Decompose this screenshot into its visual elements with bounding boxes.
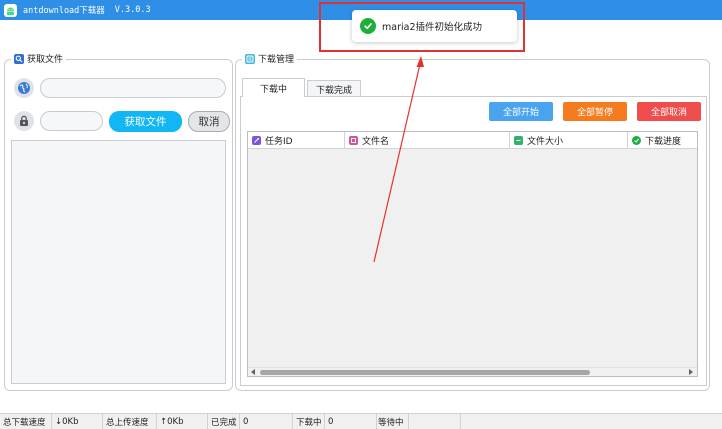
- total-download-value: ↓0Kb: [52, 413, 103, 429]
- annotation-highlight-box: [319, 2, 525, 52]
- scroll-right-arrow[interactable]: [689, 369, 693, 375]
- globe-icon: [14, 78, 34, 98]
- get-file-panel: 获取文件 获取文件 取消: [4, 52, 233, 391]
- scroll-left-arrow[interactable]: [251, 369, 255, 375]
- task-id-icon: [252, 136, 261, 145]
- get-file-panel-title: 获取文件: [27, 55, 64, 65]
- code-input[interactable]: [40, 111, 103, 131]
- waiting-value: [409, 413, 461, 429]
- get-file-button[interactable]: 获取文件: [109, 111, 182, 132]
- file-list[interactable]: [11, 140, 226, 384]
- cancel-button[interactable]: 取消: [188, 111, 230, 132]
- download-manage-panel-title: 下载管理: [258, 55, 295, 65]
- lock-icon: [14, 111, 34, 131]
- file-size-icon: [514, 136, 523, 145]
- download-manage-panel: 下载管理 下载中 下载完成 全部开始 全部暂停 全部取消 任务ID 文件名 文件…: [235, 52, 710, 391]
- total-download-label: 总下载速度: [0, 413, 52, 429]
- column-task-id[interactable]: 任务ID: [248, 132, 345, 149]
- completed-label: 已完成: [208, 413, 240, 429]
- column-file-name[interactable]: 文件名: [345, 132, 510, 149]
- column-file-name-label: 文件名: [362, 137, 390, 147]
- column-file-size[interactable]: 文件大小: [510, 132, 628, 149]
- downloading-tab-pane: 全部开始 全部暂停 全部取消 任务ID 文件名 文件大小 下载进度: [240, 96, 707, 386]
- file-name-icon: [349, 136, 358, 145]
- horizontal-scrollbar[interactable]: [248, 367, 697, 376]
- download-table-header: 任务ID 文件名 文件大小 下载进度: [248, 132, 697, 149]
- pause-all-button[interactable]: 全部暂停: [563, 102, 627, 121]
- column-task-id-label: 任务ID: [265, 137, 293, 147]
- download-manage-panel-header: 下载管理: [242, 52, 298, 65]
- total-upload-value: ↑0Kb: [157, 413, 208, 429]
- total-upload-label: 总上传速度: [103, 413, 157, 429]
- get-file-panel-header: 获取文件: [11, 52, 67, 65]
- android-icon: [4, 3, 17, 17]
- scroll-thumb[interactable]: [260, 370, 590, 375]
- downloading-label: 下载中: [293, 413, 325, 429]
- column-progress[interactable]: 下载进度: [628, 132, 697, 149]
- waiting-label: 等待中: [377, 413, 409, 429]
- download-table[interactable]: 任务ID 文件名 文件大小 下载进度: [247, 131, 698, 377]
- search-icon: [14, 53, 24, 64]
- status-bar: 总下载速度 ↓0Kb 总上传速度 ↑0Kb 已完成 0 下载中 0 等待中: [0, 413, 722, 429]
- progress-check-icon: [632, 136, 641, 145]
- tab-completed[interactable]: 下载完成: [307, 80, 361, 97]
- app-version: V.3.0.3: [114, 5, 151, 15]
- completed-value: 0: [240, 413, 293, 429]
- column-progress-label: 下载进度: [645, 137, 682, 147]
- download-manage-icon: [245, 53, 255, 64]
- cancel-all-button[interactable]: 全部取消: [637, 102, 701, 121]
- url-input[interactable]: [40, 78, 226, 98]
- downloading-value: 0: [325, 413, 377, 429]
- window-title: antdownload下载器: [23, 6, 105, 16]
- tab-downloading[interactable]: 下载中: [242, 78, 305, 97]
- start-all-button[interactable]: 全部开始: [489, 102, 553, 121]
- column-file-size-label: 文件大小: [527, 137, 564, 147]
